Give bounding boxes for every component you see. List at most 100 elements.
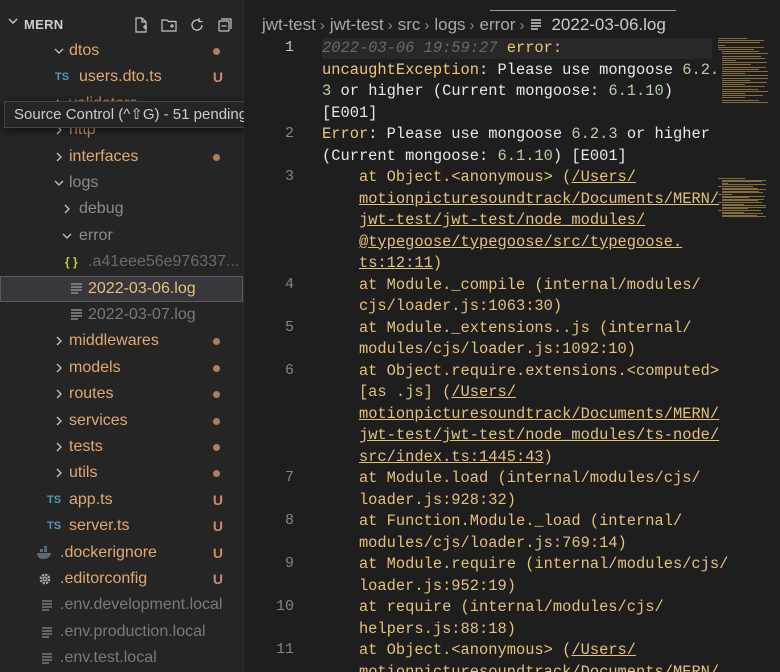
breadcrumb-item[interactable]: logs xyxy=(434,15,465,35)
minimap-line xyxy=(722,95,763,97)
minimap[interactable] xyxy=(718,38,780,218)
code-line[interactable]: at Module.load (internal/modules/cjs/ xyxy=(322,468,701,490)
tree-file[interactable]: TS server.ts U xyxy=(0,513,243,539)
chevron-right-icon[interactable] xyxy=(52,408,66,434)
code-line[interactable]: modules/cjs/loader.js:1092:10) xyxy=(322,339,636,361)
tree-folder[interactable]: error xyxy=(0,223,243,249)
new-file-icon[interactable] xyxy=(131,16,151,34)
chevron-down-icon[interactable] xyxy=(60,223,74,249)
code-line[interactable]: loader.js:928:32) xyxy=(322,490,516,512)
file-path-link[interactable]: @typegoose/typegoose/src/typegoose. xyxy=(359,233,682,251)
file-path-link[interactable]: src/index.ts:1445:43 xyxy=(359,448,544,466)
tree-file[interactable]: .env.development.local xyxy=(0,592,243,618)
chevron-right-icon[interactable] xyxy=(52,355,66,381)
tree-folder[interactable]: debug xyxy=(0,196,243,222)
refresh-icon[interactable] xyxy=(187,16,207,34)
tree-folder[interactable]: dtos xyxy=(0,38,243,64)
collapse-all-icon[interactable] xyxy=(215,16,235,34)
tree-item-label: logs xyxy=(69,174,99,191)
file-path-link[interactable]: /Users/ xyxy=(571,641,636,659)
text-file-icon xyxy=(42,592,53,618)
code-line[interactable]: ts:12:11) xyxy=(322,253,442,275)
code-line[interactable]: Error: Please use mongoose 6.2.3 or high… xyxy=(322,124,710,146)
explorer-actions xyxy=(131,16,235,34)
tree-file[interactable]: 2022-03-07.log xyxy=(0,302,243,328)
explorer-header[interactable]: MERN xyxy=(0,12,243,38)
chevron-right-icon[interactable] xyxy=(52,328,66,354)
chevron-right-icon[interactable] xyxy=(52,434,66,460)
breadcrumb-current-file[interactable]: 2022-03-06.log xyxy=(551,15,665,35)
tree-folder[interactable]: middlewares xyxy=(0,328,243,354)
file-path-link[interactable]: motionpicturesoundtrack/Documents/MERN/ xyxy=(359,663,719,672)
code-line[interactable]: (Current mongoose: 6.1.10) [E001] xyxy=(322,146,627,168)
breadcrumb-item[interactable]: jwt-test xyxy=(262,15,316,35)
chevron-right-icon[interactable] xyxy=(52,144,66,170)
file-path-link[interactable]: jwt-test/jwt-test/node_modules/ xyxy=(359,211,645,229)
code-line[interactable]: motionpicturesoundtrack/Documents/MERN/ xyxy=(322,662,719,672)
tree-item-label: error xyxy=(79,226,113,244)
tree-folder[interactable]: interfaces xyxy=(0,144,243,170)
tree-file[interactable]: { } .a41eee56e976337... xyxy=(0,249,243,275)
tree-file[interactable]: .editorconfig U xyxy=(0,566,243,592)
tree-file[interactable]: TS users.dto.ts U xyxy=(0,64,243,90)
chevron-down-icon[interactable] xyxy=(52,38,66,64)
code-line[interactable]: helpers.js:88:18) xyxy=(322,619,516,641)
code-line[interactable]: @typegoose/typegoose/src/typegoose. xyxy=(322,232,682,254)
tree-folder[interactable]: models xyxy=(0,355,243,381)
minimap-line xyxy=(718,46,764,48)
explorer-section-title: MERN xyxy=(24,17,64,32)
tree-folder[interactable]: utils xyxy=(0,460,243,486)
code-token: cjs/loader.js:1063:30) xyxy=(322,297,563,315)
code-line[interactable]: at require (internal/modules/cjs/ xyxy=(322,597,664,619)
code-line[interactable]: modules/cjs/loader.js:769:14) xyxy=(322,533,627,555)
file-path-link[interactable]: motionpicturesoundtrack/Documents/MERN/ xyxy=(359,190,719,208)
code-line[interactable]: loader.js:952:19) xyxy=(322,576,516,598)
chevron-right-icon[interactable] xyxy=(60,196,74,222)
code-token: at Function.Module._load (internal/ xyxy=(322,512,683,530)
breadcrumb-item[interactable]: src xyxy=(398,15,421,35)
file-path-link[interactable]: /Users/ xyxy=(451,383,516,401)
code-line[interactable]: jwt-test/jwt-test/node_modules/ xyxy=(322,210,645,232)
code-token: at require (internal/modules/cjs/ xyxy=(322,598,664,616)
code-line[interactable]: jwt-test/jwt-test/node_modules/ts-node/ xyxy=(322,425,719,447)
tree-folder[interactable]: tests xyxy=(0,434,243,460)
tree-folder[interactable]: services xyxy=(0,408,243,434)
code-line[interactable]: at Object.<anonymous> (/Users/ xyxy=(322,167,636,189)
file-path-link[interactable]: /Users/ xyxy=(571,168,636,186)
code-line[interactable]: 2022-03-06 19:59:27 error: xyxy=(322,38,562,60)
chevron-down-icon[interactable] xyxy=(7,15,19,30)
code-line[interactable]: uncaughtException: Please use mongoose 6… xyxy=(322,60,719,82)
code-line[interactable]: 3 or higher (Current mongoose: 6.1.10) xyxy=(322,81,673,103)
code-line[interactable]: at Module._extensions..js (internal/ xyxy=(322,318,692,340)
breadcrumb-item[interactable]: error xyxy=(480,15,516,35)
chevron-down-icon[interactable] xyxy=(52,170,66,196)
code-line[interactable]: [E001] xyxy=(322,103,377,125)
code-line[interactable]: at Module._compile (internal/modules/ xyxy=(322,275,701,297)
tree-folder[interactable]: routes xyxy=(0,381,243,407)
code-line[interactable]: at Object.require.extensions.<computed> xyxy=(322,361,719,383)
tree-file[interactable]: 2022-03-06.log xyxy=(0,275,243,302)
tree-file[interactable]: .env.production.local xyxy=(0,619,243,645)
tree-file[interactable]: .dockerignore U xyxy=(0,540,243,566)
file-path-link[interactable]: ts:12:11 xyxy=(359,254,433,272)
code-line[interactable]: at Function.Module._load (internal/ xyxy=(322,511,682,533)
code-line[interactable]: motionpicturesoundtrack/Documents/MERN/ xyxy=(322,404,719,426)
code-line[interactable]: cjs/loader.js:1063:30) xyxy=(322,296,562,318)
tree-file[interactable]: TS app.ts U xyxy=(0,487,243,513)
breadcrumb-item[interactable]: jwt-test xyxy=(330,15,384,35)
chevron-right-icon[interactable] xyxy=(52,460,66,486)
code-line[interactable]: src/index.ts:1445:43) xyxy=(322,447,553,469)
tree-folder[interactable]: logs xyxy=(0,170,243,196)
code-line[interactable]: [as .js] (/Users/ xyxy=(322,382,516,404)
git-modified-dot xyxy=(213,48,220,55)
code-line[interactable]: at Module.require (internal/modules/cjs/ xyxy=(322,554,728,576)
code-line[interactable]: motionpicturesoundtrack/Documents/MERN/ xyxy=(322,189,719,211)
file-path-link[interactable]: jwt-test/jwt-test/node_modules/ts-node/ xyxy=(359,426,719,444)
file-path-link[interactable]: motionpicturesoundtrack/Documents/MERN/ xyxy=(359,405,719,423)
tree-file[interactable]: .env.test.local xyxy=(0,645,243,671)
chevron-right-icon[interactable] xyxy=(52,381,66,407)
code-line[interactable]: at Object.<anonymous> (/Users/ xyxy=(322,640,636,662)
new-folder-icon[interactable] xyxy=(159,16,179,34)
